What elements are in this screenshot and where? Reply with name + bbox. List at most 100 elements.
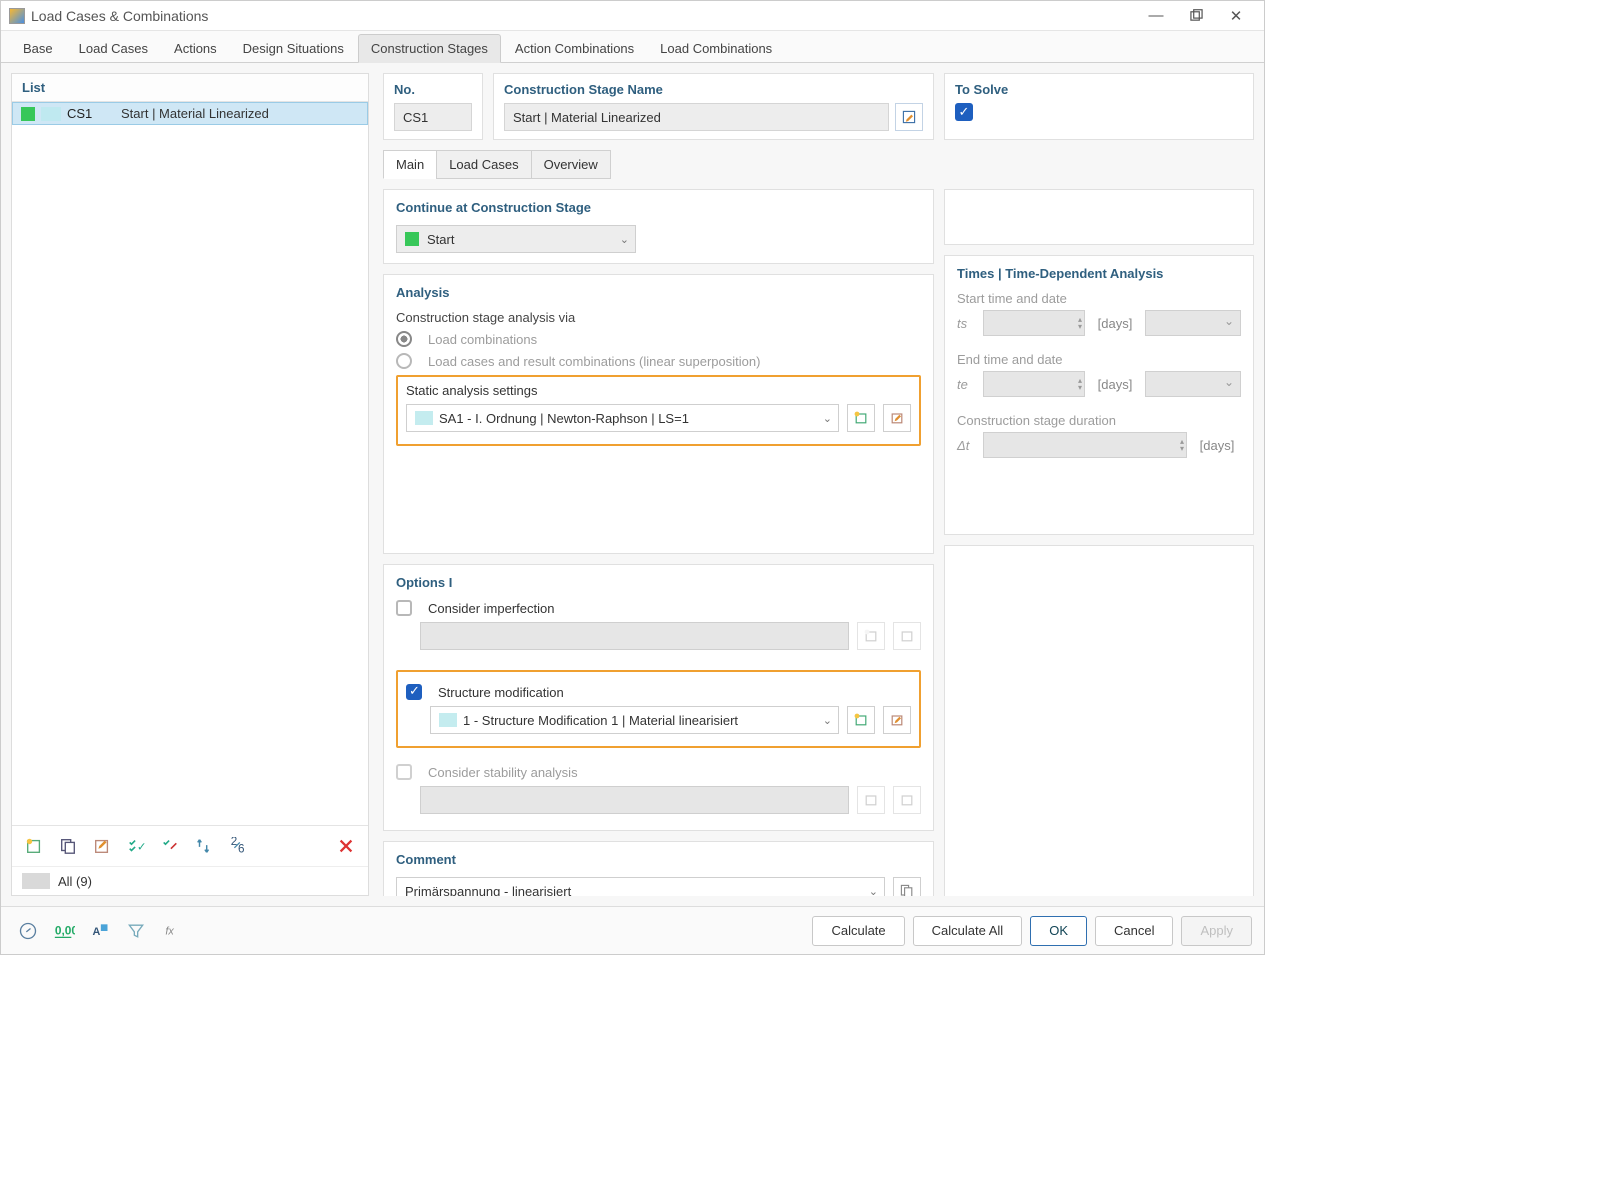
edit-name-button[interactable] bbox=[895, 103, 923, 131]
ts-symbol: ts bbox=[957, 316, 977, 331]
times-section: Times | Time-Dependent Analysis Start ti… bbox=[944, 255, 1254, 535]
list-item-label: Start | Material Linearized bbox=[121, 106, 269, 121]
dialog-window: Load Cases & Combinations — ✕ Base Load … bbox=[0, 0, 1265, 955]
ts-unit: [days] bbox=[1091, 316, 1139, 331]
help-icon[interactable] bbox=[13, 916, 43, 946]
no-label: No. bbox=[394, 82, 472, 97]
new-static-analysis-button[interactable] bbox=[847, 404, 875, 432]
footer: 0,00 A fx Calculate Calculate All OK Can… bbox=[1, 906, 1264, 954]
left-panel: List CS1 Start | Material Linearized ✓ 2… bbox=[11, 73, 369, 896]
radio-icon bbox=[396, 331, 412, 347]
placeholder-card-bottom bbox=[944, 545, 1254, 896]
inner-tab-main[interactable]: Main bbox=[383, 150, 437, 179]
continue-dropdown[interactable]: Start ⌄ bbox=[396, 225, 636, 253]
dt-unit: [days] bbox=[1193, 438, 1241, 453]
analysis-heading: Analysis bbox=[396, 285, 921, 300]
right-panel: No. CS1 Construction Stage Name Start | … bbox=[383, 73, 1254, 896]
list-item-cs1[interactable]: CS1 Start | Material Linearized bbox=[12, 102, 368, 125]
apply-button: Apply bbox=[1181, 916, 1252, 946]
tab-design-situations[interactable]: Design Situations bbox=[231, 35, 356, 62]
tab-load-cases[interactable]: Load Cases bbox=[67, 35, 160, 62]
maximize-button[interactable] bbox=[1176, 3, 1216, 29]
inner-tab-overview[interactable]: Overview bbox=[531, 150, 611, 179]
continue-heading: Continue at Construction Stage bbox=[396, 200, 921, 215]
left-toolbar: ✓ 26 bbox=[12, 825, 368, 866]
chevron-down-icon: ⌄ bbox=[823, 412, 832, 425]
imperfection-dropdown bbox=[420, 622, 849, 650]
ok-button[interactable]: OK bbox=[1030, 916, 1087, 946]
calculate-button[interactable]: Calculate bbox=[812, 916, 904, 946]
color-chip bbox=[439, 713, 457, 727]
calculate-all-button[interactable]: Calculate All bbox=[913, 916, 1023, 946]
units-icon[interactable]: 0,00 bbox=[49, 916, 79, 946]
te-unit: [days] bbox=[1091, 377, 1139, 392]
tab-base[interactable]: Base bbox=[11, 35, 65, 62]
svg-text:0,00: 0,00 bbox=[55, 923, 75, 937]
checkbox-icon bbox=[396, 600, 412, 616]
list-title: List bbox=[12, 74, 368, 102]
svg-text:fx: fx bbox=[165, 925, 174, 937]
filter-row: All (9) bbox=[12, 866, 368, 895]
color-swatch-green bbox=[405, 232, 419, 246]
chevron-down-icon: ⌄ bbox=[823, 714, 832, 727]
edit-icon[interactable] bbox=[88, 832, 116, 860]
inner-tab-load-cases[interactable]: Load Cases bbox=[436, 150, 531, 179]
svg-text:6: 6 bbox=[238, 842, 245, 855]
new-imperfection-button bbox=[857, 622, 885, 650]
name-field[interactable]: Start | Material Linearized bbox=[504, 103, 889, 131]
radio-linear-superposition[interactable]: Load cases and result combinations (line… bbox=[396, 353, 921, 369]
title-bar: Load Cases & Combinations — ✕ bbox=[1, 1, 1264, 31]
minimize-button[interactable]: — bbox=[1136, 3, 1176, 29]
list-item-code: CS1 bbox=[67, 106, 115, 121]
radio-load-combinations[interactable]: Load combinations bbox=[396, 331, 921, 347]
comment-value: Primärspannung - linearisiert bbox=[405, 884, 571, 897]
list-body[interactable]: CS1 Start | Material Linearized bbox=[12, 102, 368, 825]
stability-label: Consider stability analysis bbox=[428, 765, 578, 780]
svg-text:✓: ✓ bbox=[137, 841, 145, 854]
new-stability-button bbox=[857, 786, 885, 814]
renumber-icon[interactable] bbox=[190, 832, 218, 860]
structure-modification-group: Structure modification 1 - Structure Mod… bbox=[396, 670, 921, 748]
chevron-down-icon: ⌄ bbox=[869, 885, 878, 897]
to-solve-label: To Solve bbox=[955, 82, 1243, 97]
font-icon[interactable]: A bbox=[85, 916, 115, 946]
static-analysis-value: SA1 - I. Ordnung | Newton-Raphson | LS=1 bbox=[439, 411, 689, 426]
static-analysis-dropdown[interactable]: SA1 - I. Ordnung | Newton-Raphson | LS=1… bbox=[406, 404, 839, 432]
copy-icon[interactable] bbox=[54, 832, 82, 860]
uncheck-all-icon[interactable] bbox=[156, 832, 184, 860]
new-structure-mod-button[interactable] bbox=[847, 706, 875, 734]
comment-library-button[interactable] bbox=[893, 877, 921, 896]
continue-section: Continue at Construction Stage Start ⌄ bbox=[383, 189, 934, 264]
to-solve-checkbox[interactable]: ✓ bbox=[955, 103, 973, 121]
placeholder-card-top bbox=[944, 189, 1254, 245]
reorder-icon[interactable]: 26 bbox=[224, 832, 252, 860]
checkbox-icon bbox=[406, 684, 422, 700]
tab-actions[interactable]: Actions bbox=[162, 35, 229, 62]
edit-structure-mod-button[interactable] bbox=[883, 706, 911, 734]
edit-stability-button bbox=[893, 786, 921, 814]
edit-imperfection-button bbox=[893, 622, 921, 650]
tab-action-combinations[interactable]: Action Combinations bbox=[503, 35, 646, 62]
checkbox-icon bbox=[396, 764, 412, 780]
delete-icon[interactable] bbox=[332, 832, 360, 860]
check-all-icon[interactable]: ✓ bbox=[122, 832, 150, 860]
structure-modification-value: 1 - Structure Modification 1 | Material … bbox=[463, 713, 738, 728]
function-icon[interactable]: fx bbox=[157, 916, 187, 946]
radio-label: Load combinations bbox=[428, 332, 537, 347]
edit-static-analysis-button[interactable] bbox=[883, 404, 911, 432]
no-card: No. CS1 bbox=[383, 73, 483, 140]
no-field[interactable]: CS1 bbox=[394, 103, 472, 131]
static-analysis-group: Static analysis settings SA1 - I. Ordnun… bbox=[396, 375, 921, 446]
imperfection-checkbox-row[interactable]: Consider imperfection bbox=[396, 600, 921, 616]
new-icon[interactable] bbox=[20, 832, 48, 860]
tab-construction-stages[interactable]: Construction Stages bbox=[358, 34, 501, 63]
filter-funnel-icon[interactable] bbox=[121, 916, 151, 946]
tab-load-combinations[interactable]: Load Combinations bbox=[648, 35, 784, 62]
structure-checkbox-row[interactable]: Structure modification bbox=[406, 684, 911, 700]
cancel-button[interactable]: Cancel bbox=[1095, 916, 1173, 946]
structure-modification-dropdown[interactable]: 1 - Structure Modification 1 | Material … bbox=[430, 706, 839, 734]
color-swatch-cyan bbox=[41, 107, 61, 121]
close-button[interactable]: ✕ bbox=[1216, 3, 1256, 29]
comment-dropdown[interactable]: Primärspannung - linearisiert ⌄ bbox=[396, 877, 885, 896]
window-title: Load Cases & Combinations bbox=[31, 8, 1136, 24]
